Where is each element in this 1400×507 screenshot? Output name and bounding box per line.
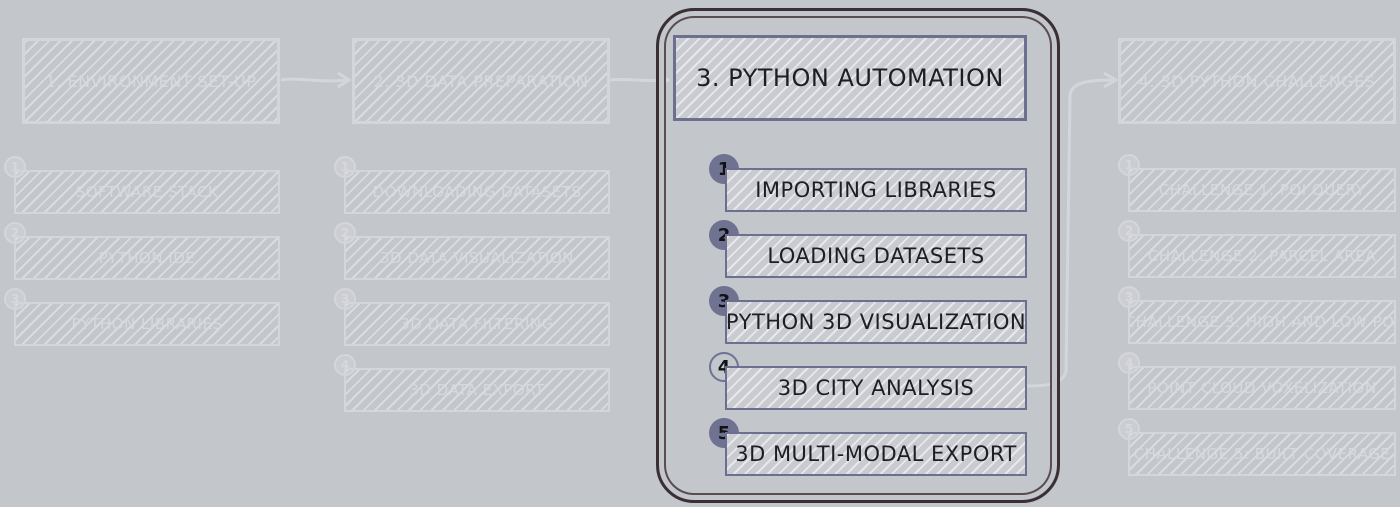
column-1-item-3: PYTHON LIBRARIES [14,302,280,346]
column-4-item-1: CHALLENGE 1: POI QUERY [1128,168,1396,212]
column-4-item-3: CHALLENGE 3: HIGH AND LOW POI [1128,300,1396,344]
arrow-1-to-2 [280,77,349,83]
column-3-item-4: 3D CITY ANALYSIS [725,366,1027,410]
column-2-item-4: 3D DATA EXPORT [344,368,610,412]
column-3-item-2: LOADING DATASETS [725,234,1027,278]
column-1-header: 1. ENVIRONMENT SET-UP [22,38,280,124]
workflow-diagram: 1. ENVIRONMENT SET-UP 1 SOFTWARE STACK 2… [0,0,1400,507]
column-2-item-2: 3D DATA VISUALIZATION [344,236,610,280]
column-3-item-1: IMPORTING LIBRARIES [725,168,1027,212]
column-3-item-3: PYTHON 3D VISUALIZATION [725,300,1027,344]
column-2-item-1: DOWNLOADING DATASETS [344,170,610,214]
column-4-header: 4. 3D PYTHON CHALLENGES [1118,38,1396,124]
column-4-item-5: CHALLENGE 5: BUILT COVERAGE [1128,432,1396,476]
column-3-header: 3. PYTHON AUTOMATION [673,35,1027,121]
column-4-item-2: CHALLENGE 2: PARCEL AREA [1128,234,1396,278]
column-2-item-3: 3D DATA FILTERING [344,302,610,346]
column-3-item-5: 3D MULTI-MODAL EXPORT [725,432,1027,476]
column-1-item-2: PYTHON IDE [14,236,280,280]
column-4-item-4: POINT CLOUD VOXELIZATION [1128,366,1396,410]
column-2-header: 2. 3D DATA PREPARATION [352,38,610,124]
column-1-item-1: SOFTWARE STACK [14,170,280,214]
